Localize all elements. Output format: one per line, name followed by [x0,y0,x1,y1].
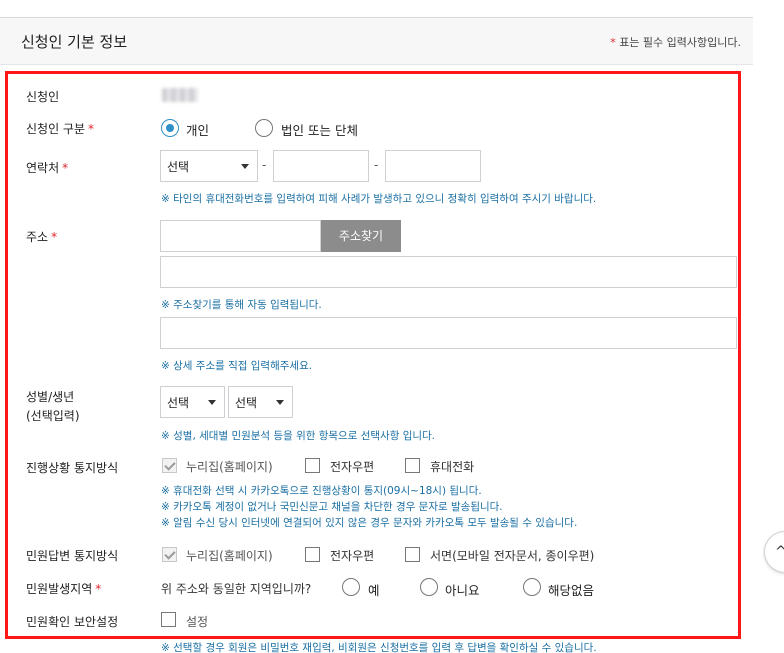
required-mark: * [95,582,102,596]
answer-web-label: 누리집(홈페이지) [186,549,273,563]
progress-email-label: 전자우편 [330,460,375,474]
applicant-name-blurred [162,88,198,102]
phone-separator: - [374,158,379,172]
radio-region-yes[interactable] [342,578,360,596]
required-mark: * [610,36,616,49]
region-question: 위 주소와 동일한 지역입니까? [161,582,312,596]
security-label: 민원확인 보안설정 [26,615,119,629]
contact-label-text: 연락처 [26,161,60,175]
progress-notice-1: ※ 휴대전화 선택 시 카카오톡으로 진행상황이 통지(09시~18시) 됩니다… [161,485,482,497]
chevron-down-icon [276,400,284,405]
chevron-down-icon [208,400,216,405]
gender-birth-notice: ※ 성별, 세대별 민원분석 등을 위한 항목으로 선택사항 입니다. [161,430,436,442]
progress-notice-2: ※ 카카오톡 계정이 없거나 국민신문고 채널을 차단한 경우 문자로 발송됩니… [161,501,503,513]
section-header: 신청인 기본 정보 * 표는 필수 입력사항입니다. [0,17,753,65]
applicant-label: 신청인 [26,90,60,104]
radio-individual[interactable] [161,119,179,137]
address-label: 주소 * [26,228,57,245]
progress-web-checkbox[interactable] [162,458,177,473]
phone-middle-input[interactable] [273,150,369,182]
radio-corporation-label: 법인 또는 단체 [281,123,358,138]
security-option-label: 설정 [186,615,209,629]
zipcode-input[interactable] [160,220,321,252]
address-detail-notice: ※ 상세 주소를 직접 입력해주세요. [161,360,313,372]
address-detail-input[interactable] [160,317,737,349]
address-auto-notice: ※ 주소찾기를 통해 자동 입력됩니다. [161,299,322,311]
contact-notice: ※ 타인의 휴대전화번호를 입력하여 피해 사례가 발생하고 있으니 정확히 입… [161,193,597,205]
progress-email-checkbox[interactable] [305,458,320,473]
radio-region-no-label: 아니요 [445,583,480,598]
security-checkbox[interactable] [161,612,176,627]
contact-label: 연락처 * [26,159,68,176]
applicant-type-label: 신청인 구분 * [26,120,94,137]
required-mark: * [62,161,69,175]
birth-year-value: 선택 [235,396,258,410]
radio-region-no[interactable] [420,578,438,596]
region-label: 민원발생지역 * [26,580,101,597]
answer-paper-checkbox[interactable] [405,547,420,562]
scroll-top-button[interactable]: ^ [764,531,784,573]
required-mark: * [51,230,58,244]
required-mark: * [88,122,95,136]
progress-web-label: 누리집(홈페이지) [186,460,273,474]
progress-notify-label: 진행상황 통지방식 [26,461,119,475]
phone-separator: - [262,158,267,172]
answer-paper-label: 서면(모바일 전자문서, 종이우편) [430,549,595,563]
gender-birth-optional-label: (선택입력) [26,409,80,423]
progress-phone-label: 휴대전화 [430,460,475,474]
birth-year-select[interactable]: 선택 [228,386,293,418]
required-note-text: 표는 필수 입력사항입니다. [619,36,741,49]
gender-select[interactable]: 선택 [160,386,225,418]
answer-email-checkbox[interactable] [305,547,320,562]
region-label-text: 민원발생지역 [26,582,93,596]
chevron-down-icon [241,164,249,169]
progress-phone-checkbox[interactable] [405,458,420,473]
address-label-text: 주소 [26,230,49,244]
answer-notify-label: 민원답변 통지방식 [26,549,119,563]
answer-web-checkbox[interactable] [162,547,177,562]
phone-prefix-select[interactable]: 선택 [160,150,258,182]
answer-email-label: 전자우편 [330,549,375,563]
radio-corporation[interactable] [255,119,273,137]
security-notice: ※ 선택할 경우 회원은 비밀번호 재입력, 비회원은 신청번호를 입력 후 답… [161,642,597,653]
gender-birth-label: 성별/생년 [26,390,75,404]
phone-prefix-value: 선택 [167,160,190,174]
required-note: * 표는 필수 입력사항입니다. [610,34,741,50]
radio-region-na[interactable] [523,578,541,596]
phone-last-input[interactable] [385,150,481,182]
progress-notice-3: ※ 알림 수신 당시 인터넷에 연결되어 있지 않은 경우 문자와 카카오톡 모… [161,517,578,529]
applicant-type-label-text: 신청인 구분 [26,122,86,136]
chevron-up-icon: ^ [775,544,784,560]
radio-region-yes-label: 예 [368,583,380,598]
radio-region-na-label: 해당없음 [548,583,595,598]
section-title: 신청인 기본 정보 [21,33,128,51]
radio-individual-label: 개인 [186,123,210,138]
address-main-input[interactable] [160,256,737,288]
address-search-button[interactable]: 주소찾기 [321,220,401,252]
gender-value: 선택 [167,396,190,410]
